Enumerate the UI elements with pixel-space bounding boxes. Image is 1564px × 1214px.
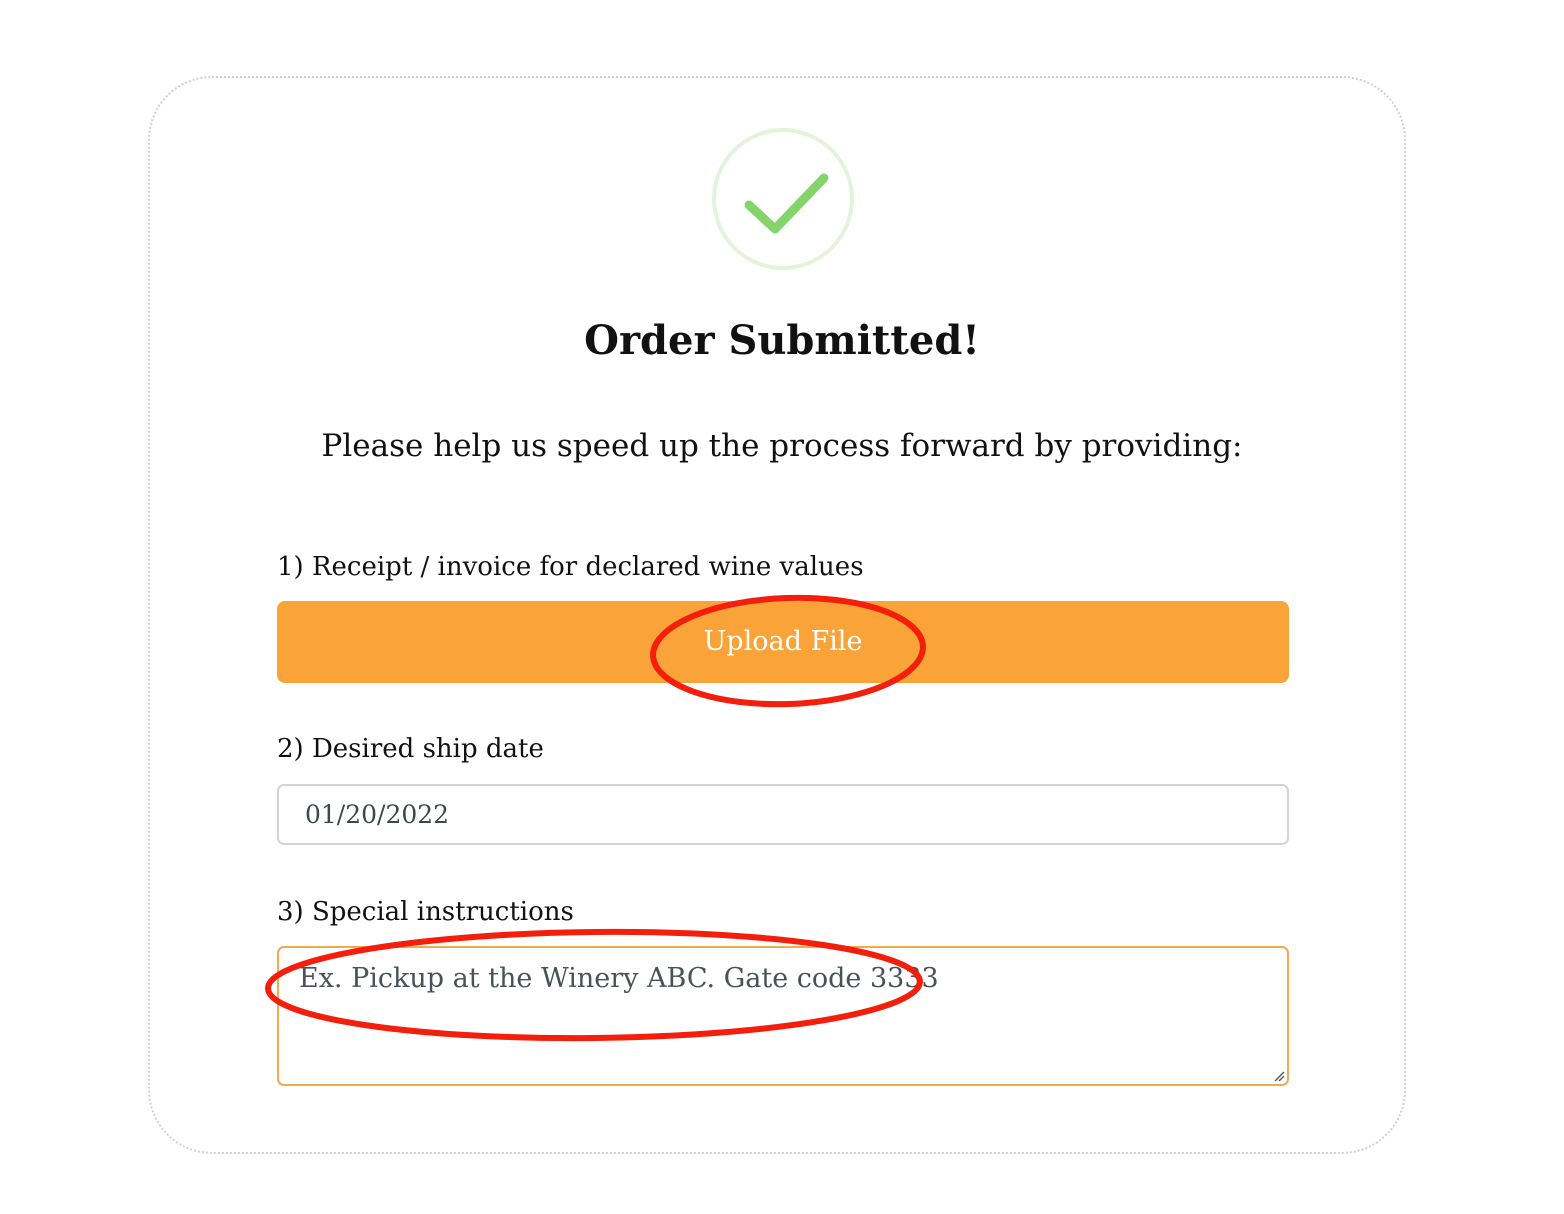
ship-date-input[interactable]: 01/20/2022 <box>277 784 1289 845</box>
resize-handle-icon[interactable] <box>1273 1070 1285 1082</box>
check-icon <box>744 173 829 234</box>
receipt-label: 1) Receipt / invoice for declared wine v… <box>277 552 864 582</box>
special-instructions-textarea[interactable]: Ex. Pickup at the Winery ABC. Gate code … <box>277 946 1289 1086</box>
ship-date-label: 2) Desired ship date <box>277 734 544 764</box>
upload-file-button[interactable]: Upload File <box>277 601 1289 683</box>
special-instructions-placeholder: Ex. Pickup at the Winery ABC. Gate code … <box>299 963 939 994</box>
page-subtitle: Please help us speed up the process forw… <box>321 428 1243 464</box>
success-check-icon <box>712 128 854 270</box>
page: Order Submitted! Please help us speed up… <box>0 0 1564 1214</box>
special-instructions-label: 3) Special instructions <box>277 897 574 927</box>
page-title: Order Submitted! <box>584 317 980 364</box>
